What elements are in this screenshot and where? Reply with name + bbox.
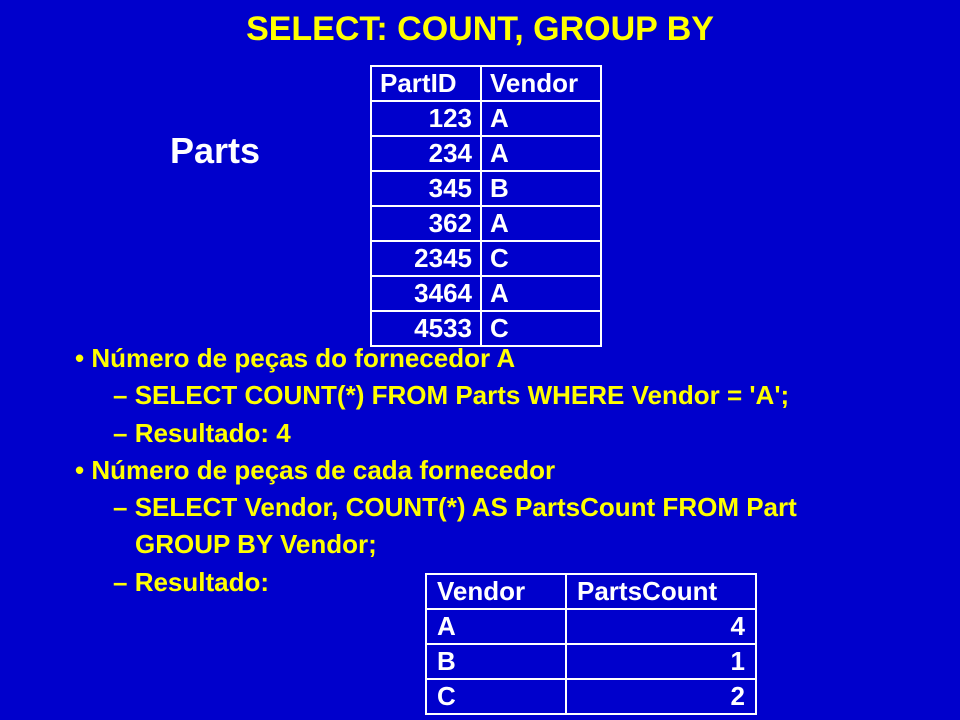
cell-vendor: C (426, 679, 566, 714)
table-header-row: Vendor PartsCount (426, 574, 756, 609)
bullet-item: Número de peças do fornecedor A (75, 342, 905, 375)
sql-text: SELECT COUNT(*) FROM Parts WHERE Vendor … (135, 380, 789, 410)
bullet-item: Número de peças de cada fornecedor (75, 454, 905, 487)
sql-text: SELECT Vendor, COUNT(*) AS PartsCount FR… (135, 492, 797, 522)
table-row: B 1 (426, 644, 756, 679)
result-text: Resultado: 4 (135, 418, 291, 448)
table-row: 362 A (371, 206, 601, 241)
table-row: A 4 (426, 609, 756, 644)
bullet-text: Número de peças de cada fornecedor (91, 455, 555, 485)
cell-partid: 3464 (371, 276, 481, 311)
cell-partid: 123 (371, 101, 481, 136)
sub-bullet-sql: SELECT COUNT(*) FROM Parts WHERE Vendor … (113, 379, 905, 412)
parts-label: Parts (170, 130, 260, 172)
cell-vendor: A (481, 276, 601, 311)
cell-partid: 345 (371, 171, 481, 206)
cell-partid: 234 (371, 136, 481, 171)
cell-vendor: B (426, 644, 566, 679)
table-row: 345 B (371, 171, 601, 206)
cell-partid: 362 (371, 206, 481, 241)
table-row: 234 A (371, 136, 601, 171)
cell-count: 2 (566, 679, 756, 714)
slide-title: SELECT: COUNT, GROUP BY (0, 10, 960, 49)
content-block: Número de peças do fornecedor A SELECT C… (75, 338, 905, 603)
sub-bullet-result: Resultado: 4 (113, 417, 905, 450)
result-table: Vendor PartsCount A 4 B 1 C 2 (425, 573, 757, 715)
sub-bullet-sql: SELECT Vendor, COUNT(*) AS PartsCount FR… (113, 491, 905, 524)
col-header-partid: PartID (371, 66, 481, 101)
parts-table: PartID Vendor 123 A 234 A 345 B 362 A 23… (370, 65, 602, 347)
sub-bullet-sql-cont: GROUP BY Vendor; (135, 528, 905, 561)
table-row: 123 A (371, 101, 601, 136)
col-header-vendor: Vendor (481, 66, 601, 101)
cell-count: 1 (566, 644, 756, 679)
result-text: Resultado: (135, 567, 269, 597)
table-row: 2345 C (371, 241, 601, 276)
table-row: C 2 (426, 679, 756, 714)
cell-partid: 2345 (371, 241, 481, 276)
table-header-row: PartID Vendor (371, 66, 601, 101)
bullet-text: Número de peças do fornecedor A (91, 343, 515, 373)
cell-vendor: A (481, 136, 601, 171)
cell-vendor: A (481, 206, 601, 241)
sql-text: GROUP BY Vendor; (135, 529, 377, 559)
cell-vendor: A (481, 101, 601, 136)
cell-vendor: C (481, 241, 601, 276)
cell-count: 4 (566, 609, 756, 644)
slide: SELECT: COUNT, GROUP BY Parts PartID Ven… (0, 0, 960, 720)
col-header-vendor: Vendor (426, 574, 566, 609)
table-row: 3464 A (371, 276, 601, 311)
cell-vendor: A (426, 609, 566, 644)
cell-vendor: B (481, 171, 601, 206)
col-header-partscount: PartsCount (566, 574, 756, 609)
